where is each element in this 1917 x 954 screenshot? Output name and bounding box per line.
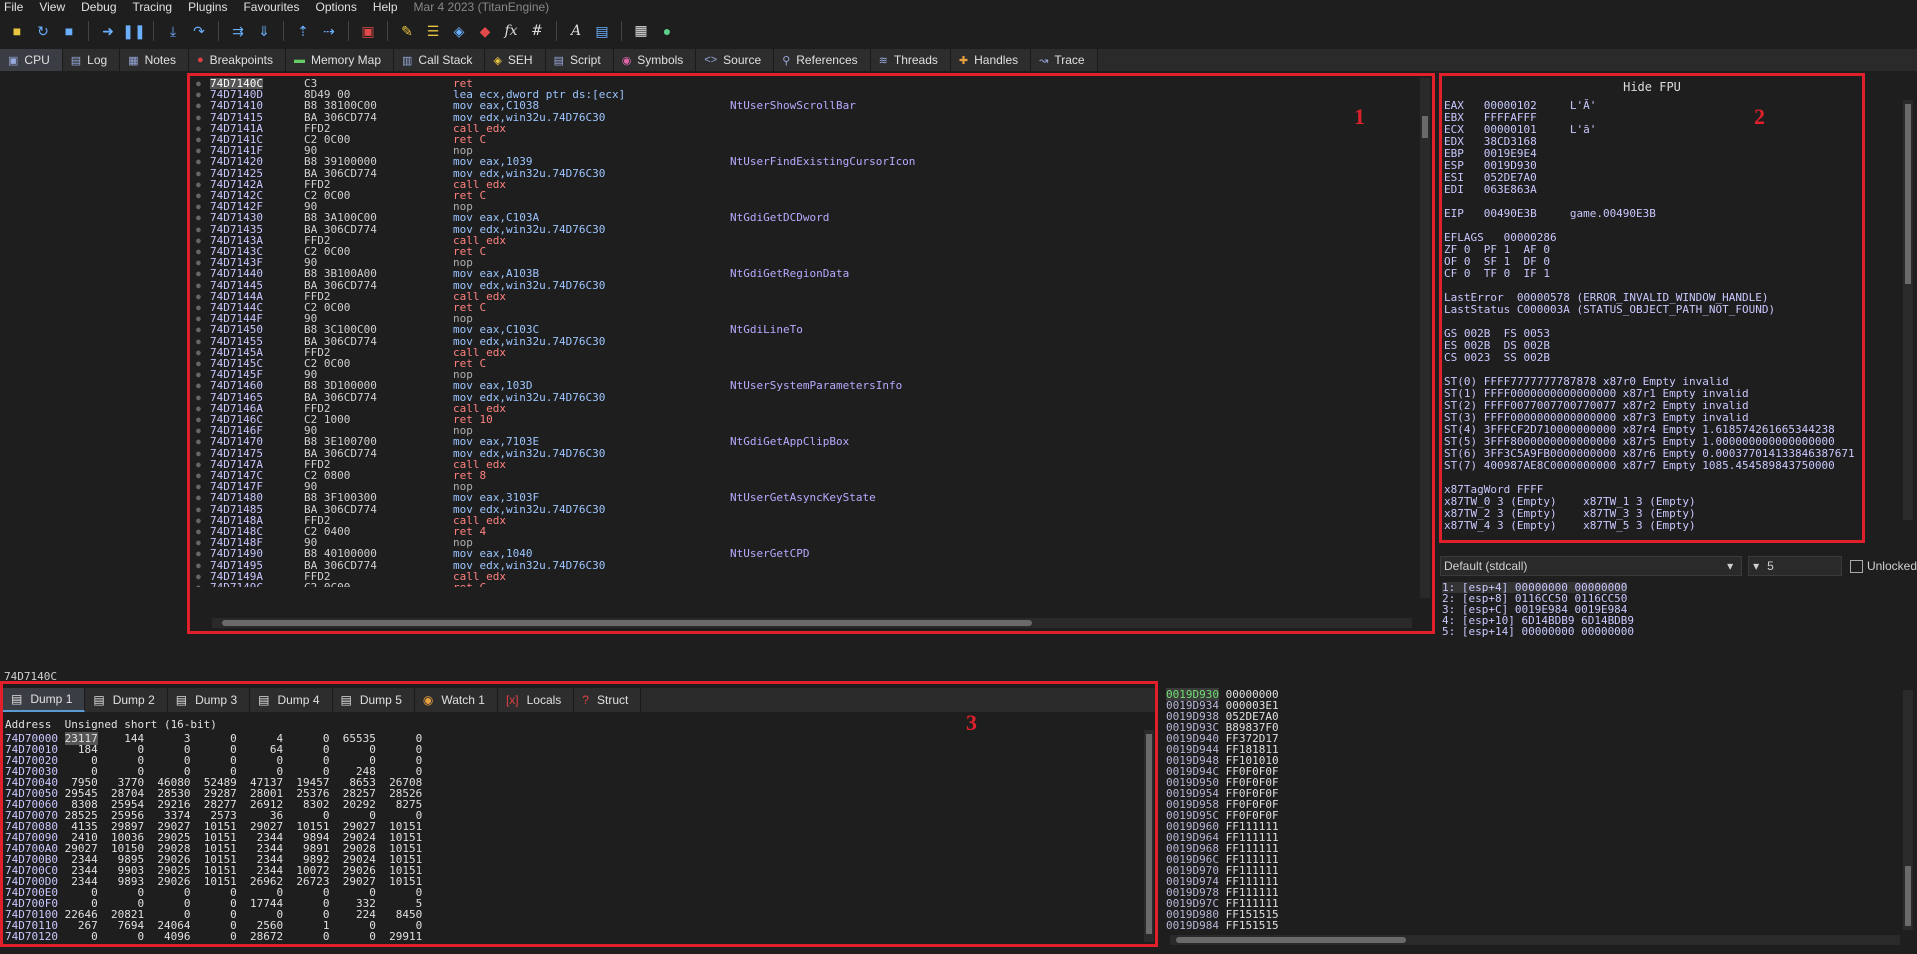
label-icon[interactable]: ◈ xyxy=(448,20,470,42)
menu-help[interactable]: Help xyxy=(365,1,406,14)
menu-debug[interactable]: Debug xyxy=(73,1,124,14)
stack-address: 0019D984 xyxy=(1166,919,1219,932)
tab-trace[interactable]: ↝ Trace xyxy=(1031,49,1098,71)
scylla-icon[interactable]: ▣ xyxy=(357,20,379,42)
main-tabs: ▣ CPU ▤ Log ▦ Notes ● Breakpoints ▬ Memory Ma… xyxy=(0,49,1917,71)
calling-convention-select[interactable]: Default (stdcall) ▾ xyxy=(1440,556,1743,576)
pause-icon[interactable]: ❚❚ xyxy=(122,20,145,42)
calling-convention-bar: Default (stdcall) ▾ ▾ 5 Unlocked xyxy=(1440,556,1917,576)
trace-icon: ↝ xyxy=(1039,54,1049,67)
tab-handles[interactable]: ✚ Handles xyxy=(950,49,1032,71)
chevron-down-icon: ▾ xyxy=(1753,559,1760,573)
cpu-icon: ▣ xyxy=(8,54,19,67)
threads-icon: ≋ xyxy=(878,54,888,67)
stop-icon[interactable]: ■ xyxy=(58,20,80,42)
tab-cpu[interactable]: ▣ CPU xyxy=(0,49,63,71)
bookmark-icon[interactable]: ◆ xyxy=(474,20,496,42)
annotation-2: 2 xyxy=(1754,104,1765,129)
menu-bar: File View Debug Tracing Plugins Favourit… xyxy=(0,0,1917,15)
highlight-box-dump xyxy=(0,681,1158,947)
font-icon[interactable]: A xyxy=(565,20,587,42)
trace-into-icon[interactable]: ⇉ xyxy=(227,20,249,42)
tab-threads[interactable]: ≋ Threads xyxy=(870,49,951,71)
stack-vscrollbar[interactable] xyxy=(1903,690,1913,930)
comment-icon[interactable]: ☰ xyxy=(422,20,444,42)
execute-till-return-icon[interactable]: ⇡ xyxy=(292,20,314,42)
notes-icon: ▦ xyxy=(128,54,139,67)
toolbar: ■ ↻ ■ ➜ ❚❚ ⤓ ↷ ⇉ ⇓ ⇡ ⇢ ▣ ✎ ☰ ◈ ◆ fx # A … xyxy=(0,16,1917,46)
menu-view[interactable]: View xyxy=(31,1,73,14)
globe-icon[interactable]: ● xyxy=(656,20,678,42)
menu-tracing[interactable]: Tracing xyxy=(125,1,181,14)
calculator-icon[interactable]: ▦ xyxy=(630,20,652,42)
annotation-1: 1 xyxy=(1354,104,1365,129)
script-icon: ▤ xyxy=(553,54,564,67)
settings-icon[interactable]: ▤ xyxy=(591,20,613,42)
menu-options[interactable]: Options xyxy=(307,1,364,14)
arg-count-spinner[interactable]: ▾ 5 xyxy=(1748,556,1842,576)
annotation-3: 3 xyxy=(966,710,977,735)
tab-log[interactable]: ▤ Log xyxy=(62,49,121,71)
chevron-down-icon: ▾ xyxy=(1727,559,1734,573)
argument-stack-view[interactable]: 1: [esp+4] 00000000 00000000 2: [esp+8] 0… xyxy=(1440,580,1900,670)
stack-view[interactable]: 0019D930 00000000 0019D934 000003E1 0019D9… xyxy=(1160,687,1900,937)
tab-references[interactable]: ⚲ References xyxy=(774,49,871,71)
handles-icon: ✚ xyxy=(958,54,969,67)
run-icon[interactable]: ➜ xyxy=(97,20,119,42)
stack-value: FF151515 xyxy=(1218,919,1279,932)
seh-icon: ◈ xyxy=(493,54,502,67)
source-icon: <> xyxy=(704,54,718,66)
breakpoint-icon: ● xyxy=(196,54,204,66)
tab-source[interactable]: <> Source xyxy=(696,49,775,71)
restart-icon[interactable]: ↻ xyxy=(32,20,54,42)
regs-vscrollbar[interactable] xyxy=(1903,100,1913,520)
highlight-box-registers xyxy=(1439,73,1865,543)
patch-icon[interactable]: ✎ xyxy=(396,20,418,42)
tab-breakpoints[interactable]: ● Breakpoints xyxy=(188,49,286,71)
run-to-user-code-icon[interactable]: ⇢ xyxy=(318,20,340,42)
hash-icon[interactable]: # xyxy=(526,20,548,42)
tab-memory-map[interactable]: ▬ Memory Map xyxy=(285,49,394,71)
tab-seh[interactable]: ◈ SEH xyxy=(485,49,546,71)
tab-notes[interactable]: ▦ Notes xyxy=(120,49,189,71)
step-into-icon[interactable]: ⤓ xyxy=(162,20,184,42)
references-icon: ⚲ xyxy=(782,54,791,67)
menu-plugins[interactable]: Plugins xyxy=(180,1,235,14)
menu-favourites[interactable]: Favourites xyxy=(235,1,307,14)
trace-over-icon[interactable]: ⇓ xyxy=(253,20,275,42)
stack-hscrollbar[interactable] xyxy=(1170,935,1900,945)
argument-row[interactable]: 5: [esp+14] 00000000 00000000 xyxy=(1442,626,1634,637)
log-icon: ▤ xyxy=(70,54,82,67)
function-icon[interactable]: fx xyxy=(500,20,522,42)
step-over-icon[interactable]: ↷ xyxy=(188,20,210,42)
callstack-icon: ▥ xyxy=(402,54,413,67)
version-label: Mar 4 2023 (TitanEngine) xyxy=(413,0,550,14)
unlocked-checkbox[interactable]: Unlocked xyxy=(1849,559,1917,573)
tab-script[interactable]: ▤ Script xyxy=(545,49,614,71)
tab-symbols[interactable]: ◉ Symbols xyxy=(613,49,697,71)
highlight-box-disassembly xyxy=(187,73,1435,634)
open-icon[interactable]: ■ xyxy=(6,20,28,42)
stack-row[interactable]: 0019D984 FF151515 xyxy=(1166,920,1279,931)
memory-icon: ▬ xyxy=(293,54,305,66)
checkbox-box xyxy=(1849,559,1863,573)
tab-call-stack[interactable]: ▥ Call Stack xyxy=(394,49,486,71)
menu-file[interactable]: File xyxy=(0,1,31,14)
symbols-icon: ◉ xyxy=(621,54,632,67)
